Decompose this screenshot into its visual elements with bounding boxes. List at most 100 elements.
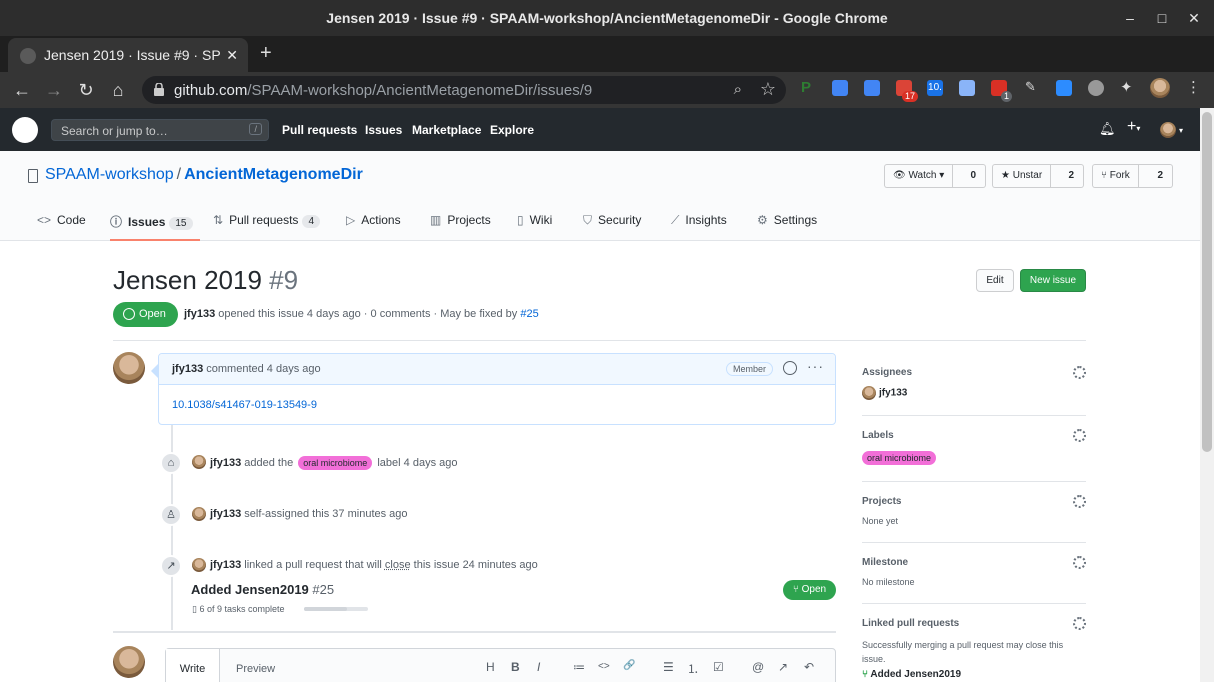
- task-list-icon[interactable]: ☑: [713, 660, 724, 674]
- italic-icon[interactable]: I: [537, 660, 540, 674]
- bullet-list-icon[interactable]: ☰: [663, 660, 674, 674]
- create-new-menu[interactable]: +▾: [1127, 118, 1140, 136]
- extensions-puzzle-icon[interactable]: ✦: [1120, 78, 1136, 96]
- tab-projects[interactable]: ▥ Projects: [430, 213, 491, 227]
- write-tab[interactable]: Write: [166, 649, 220, 682]
- new-tab-button[interactable]: +: [260, 42, 272, 65]
- gear-icon[interactable]: [1073, 617, 1086, 630]
- label-oral-microbiome[interactable]: oral microbiome: [298, 456, 373, 470]
- browser-tab[interactable]: Jensen 2019 · Issue #9 · SP ✕: [8, 38, 248, 72]
- issue-author-link[interactable]: jfy133: [184, 308, 215, 320]
- event-avatar[interactable]: [192, 558, 206, 572]
- saved-replies-icon[interactable]: ↶: [804, 660, 814, 674]
- docs-extension-icon[interactable]: [832, 80, 848, 96]
- edit-button[interactable]: Edit: [976, 269, 1014, 292]
- unstar-button[interactable]: ★ Unstar: [993, 165, 1052, 187]
- comment-body-link[interactable]: 10.1038/s41467-019-13549-9: [172, 399, 317, 411]
- sidebar-divider: [862, 542, 1086, 543]
- nav-marketplace[interactable]: Marketplace: [412, 123, 481, 137]
- watch-button[interactable]: 👁︎ Watch ▾: [885, 165, 954, 187]
- tab-settings[interactable]: ⚙ Settings: [757, 213, 817, 227]
- nav-pull-requests[interactable]: Pull requests: [282, 123, 357, 137]
- tab-issues[interactable]: ⓘ Issues 15: [110, 213, 193, 230]
- comment-author-link[interactable]: jfy133: [172, 363, 203, 375]
- more-options-icon[interactable]: ···: [807, 358, 824, 374]
- fixed-by-link[interactable]: #25: [520, 308, 538, 320]
- page-scrollbar[interactable]: [1200, 108, 1214, 682]
- settings-extension-icon[interactable]: [1088, 80, 1104, 96]
- paypal-extension-icon[interactable]: P: [801, 79, 817, 96]
- preview-tab[interactable]: Preview: [236, 649, 275, 682]
- event-actor-link[interactable]: jfy133: [210, 559, 241, 571]
- event-actor-link[interactable]: jfy133: [210, 508, 241, 520]
- linked-pr-title[interactable]: Added Jensen2019 #25: [191, 582, 334, 597]
- gear-icon[interactable]: [1073, 495, 1086, 508]
- github-logo-icon[interactable]: [12, 117, 38, 143]
- close-tab-icon[interactable]: ✕: [226, 47, 238, 64]
- comment-author-avatar[interactable]: [113, 352, 145, 384]
- chevron-down-icon[interactable]: ▾: [1179, 126, 1183, 135]
- reference-icon[interactable]: ↗: [778, 660, 788, 674]
- profile-avatar[interactable]: [1150, 78, 1170, 98]
- sidebar-label-pill[interactable]: oral microbiome: [862, 451, 937, 465]
- tab-security[interactable]: ⛉ Security: [583, 213, 641, 228]
- notes-extension-icon[interactable]: [959, 80, 975, 96]
- tab-code[interactable]: <> Code: [37, 213, 86, 227]
- notifications-bell-icon[interactable]: 🔔︎: [1099, 121, 1116, 137]
- url-text: github.com/SPAAM-workshop/AncientMetagen…: [174, 82, 593, 99]
- reload-icon[interactable]: ↻: [76, 80, 96, 100]
- assignee-item[interactable]: jfy133: [862, 386, 1086, 400]
- home-icon[interactable]: ⌂: [108, 80, 128, 100]
- translate-extension-icon[interactable]: [864, 80, 880, 96]
- quote-icon[interactable]: ≔: [573, 660, 585, 674]
- watch-count[interactable]: 0: [961, 165, 985, 187]
- forward-arrow-icon[interactable]: →: [44, 80, 64, 100]
- bold-icon[interactable]: B: [511, 660, 520, 674]
- nav-issues[interactable]: Issues: [365, 123, 402, 137]
- fork-button[interactable]: ⑂ Fork: [1093, 165, 1139, 187]
- back-arrow-icon[interactable]: ←: [12, 80, 32, 100]
- chrome-menu-icon[interactable]: ⋮: [1186, 78, 1202, 96]
- event-actor-link[interactable]: jfy133: [210, 457, 241, 469]
- gear-icon[interactable]: [1073, 556, 1086, 569]
- minimize-button[interactable]: –: [1122, 10, 1138, 26]
- mention-icon[interactable]: @: [752, 660, 764, 674]
- event-avatar[interactable]: [192, 455, 206, 469]
- tab-insights[interactable]: ⟋ Insights: [671, 213, 727, 228]
- repo-name-link[interactable]: AncientMetagenomeDir: [184, 166, 363, 183]
- event-avatar[interactable]: [192, 507, 206, 521]
- bookmark-star-icon[interactable]: ☆: [760, 79, 776, 100]
- tab-actions[interactable]: ▷ Actions: [346, 213, 401, 227]
- link-icon[interactable]: 🔗: [623, 660, 635, 671]
- star-count[interactable]: 2: [1059, 165, 1083, 187]
- gmail-badge: 17: [902, 91, 919, 102]
- scrollbar-thumb[interactable]: [1202, 112, 1212, 452]
- add-reaction-icon[interactable]: [783, 361, 797, 375]
- numbered-list-icon[interactable]: ⒈: [687, 660, 699, 677]
- code-icon[interactable]: <>: [598, 661, 610, 672]
- sidebar-linked-pr[interactable]: ⑂ Added Jensen2019: [862, 669, 1086, 680]
- fork-count[interactable]: 2: [1148, 165, 1172, 187]
- search-shortcut-hint: /: [249, 123, 262, 135]
- search-input[interactable]: Search or jump to… /: [51, 119, 269, 141]
- zoom-icon[interactable]: ⌕: [734, 81, 742, 98]
- maximize-button[interactable]: □: [1154, 10, 1170, 26]
- nav-explore[interactable]: Explore: [490, 123, 534, 137]
- calendar-badge: 1: [1001, 91, 1013, 102]
- sidebar-milestone: Milestone No milestone: [862, 556, 1086, 587]
- tab-pull-requests[interactable]: ⇅ Pull requests 4: [213, 213, 320, 228]
- close-window-button[interactable]: ✕: [1186, 10, 1202, 26]
- gear-icon[interactable]: [1073, 429, 1086, 442]
- close-keyword[interactable]: close: [385, 559, 411, 571]
- tab-wiki[interactable]: ▯ Wiki: [517, 213, 552, 227]
- doi-extension-icon[interactable]: 10.: [927, 80, 943, 96]
- new-issue-button[interactable]: New issue: [1020, 269, 1086, 292]
- pen-extension-icon[interactable]: ✎: [1025, 79, 1041, 95]
- heading-icon[interactable]: H: [486, 660, 495, 674]
- address-bar[interactable]: github.com/SPAAM-workshop/AncientMetagen…: [142, 76, 786, 104]
- user-avatar[interactable]: [1160, 122, 1176, 138]
- repo-owner-link[interactable]: SPAAM-workshop: [45, 166, 174, 183]
- zoom-meeting-extension-icon[interactable]: [1056, 80, 1072, 96]
- task-progress-bar: [304, 607, 368, 611]
- gear-icon[interactable]: [1073, 366, 1086, 379]
